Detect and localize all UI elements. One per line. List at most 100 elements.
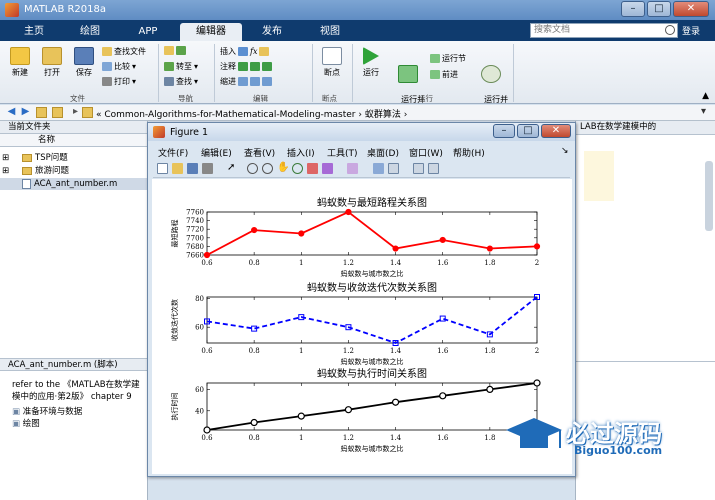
section-link[interactable]: 绘图 bbox=[23, 419, 40, 429]
menu-file[interactable]: 文件(F) bbox=[158, 146, 188, 159]
goto-button[interactable]: 转至 ▾ bbox=[164, 61, 198, 72]
new-figure-icon[interactable] bbox=[157, 163, 168, 174]
advance-button[interactable]: 前进 bbox=[430, 69, 458, 80]
x-tick-label: 1.2 bbox=[343, 347, 354, 355]
tab-publish[interactable]: 发布 bbox=[252, 23, 292, 41]
back-arrow-icon[interactable]: ◀ bbox=[6, 107, 17, 118]
x-tick-label: 1.2 bbox=[343, 259, 354, 267]
find-files-button[interactable]: 查找文件 bbox=[102, 46, 146, 57]
forward-arrow-icon[interactable]: ▶ bbox=[20, 107, 31, 118]
ribbon-separator bbox=[214, 44, 215, 102]
print-button[interactable]: 打印 ▾ bbox=[102, 76, 136, 87]
expand-icon[interactable]: ⊞ bbox=[0, 165, 12, 177]
folder-icon bbox=[22, 153, 32, 162]
browse-folder-icon[interactable] bbox=[52, 107, 63, 118]
x-axis-label: 蚂蚁数与城市数之比 bbox=[341, 357, 404, 366]
maximize-button[interactable]: □ bbox=[647, 1, 671, 17]
dropdown-arrow-icon[interactable]: ▸ bbox=[70, 107, 81, 118]
path-dropdown-icon[interactable]: ▾ bbox=[698, 107, 709, 118]
close-button[interactable]: ✕ bbox=[673, 1, 709, 17]
list-item-label: 旅游问题 bbox=[35, 166, 70, 176]
tab-apps[interactable]: APP bbox=[128, 23, 168, 41]
brush-icon[interactable] bbox=[322, 163, 333, 174]
up-folder-icon[interactable] bbox=[36, 107, 47, 118]
nav-back-button[interactable] bbox=[164, 46, 186, 55]
figure-close-button[interactable]: ✕ bbox=[541, 124, 571, 138]
find-files-icon bbox=[102, 47, 112, 56]
menu-tools[interactable]: 工具(T) bbox=[327, 146, 358, 159]
zoom-out-icon[interactable] bbox=[262, 163, 273, 174]
breakpoints-button[interactable]: 断点 bbox=[316, 47, 348, 78]
menu-desktop[interactable]: 桌面(D) bbox=[367, 146, 399, 159]
menu-window[interactable]: 窗口(W) bbox=[409, 146, 443, 159]
section-link[interactable]: 准备环境与数据 bbox=[23, 407, 83, 417]
expand-icon[interactable]: ⊞ bbox=[0, 152, 12, 164]
watermark-logo: 必过源码 Biguo100.com bbox=[500, 408, 705, 463]
list-item-selected[interactable]: ACA_ant_number.m bbox=[0, 178, 148, 190]
search-input[interactable]: 搜索文档 bbox=[530, 23, 678, 38]
save-icon[interactable] bbox=[187, 163, 198, 174]
data-point bbox=[533, 243, 541, 250]
menu-insert[interactable]: 插入(I) bbox=[287, 146, 315, 159]
open-icon[interactable] bbox=[172, 163, 183, 174]
folder-icon bbox=[164, 46, 174, 55]
editor-tab[interactable]: LAB在数学建模中的 bbox=[576, 121, 715, 135]
open-button[interactable]: 打开 bbox=[38, 47, 66, 78]
tab-home[interactable]: 主页 bbox=[14, 23, 54, 41]
rotate-icon[interactable] bbox=[292, 163, 303, 174]
pointer-icon[interactable]: ➚ bbox=[227, 163, 238, 174]
tab-editor[interactable]: 编辑器 bbox=[180, 23, 242, 41]
insert-label: 插入 bbox=[220, 47, 236, 56]
tab-plots[interactable]: 绘图 bbox=[70, 23, 110, 41]
colorbar-icon[interactable] bbox=[373, 163, 384, 174]
collapse-ribbon-icon[interactable]: ▲ bbox=[702, 91, 709, 101]
link-plot-icon[interactable] bbox=[347, 163, 358, 174]
x-tick-label: 2 bbox=[535, 347, 539, 355]
find-button[interactable]: 查找 ▾ bbox=[164, 76, 198, 87]
new-button[interactable]: 新建 bbox=[6, 47, 34, 78]
details-text: refer to the 《MATLAB在数学建 bbox=[12, 380, 140, 390]
menu-dock-icon[interactable]: ↘ bbox=[561, 146, 569, 156]
scrollbar[interactable] bbox=[705, 161, 713, 231]
list-item[interactable]: ⊞ TSP问题 bbox=[0, 152, 148, 164]
function-icon bbox=[259, 47, 270, 56]
x-tick-label: 1.6 bbox=[437, 259, 449, 267]
insert-button[interactable]: 插入 fx bbox=[220, 46, 270, 57]
hide-plot-tools-icon[interactable] bbox=[413, 163, 424, 174]
menu-view[interactable]: 查看(V) bbox=[244, 146, 275, 159]
legend-icon[interactable] bbox=[388, 163, 399, 174]
menu-help[interactable]: 帮助(H) bbox=[453, 146, 485, 159]
column-header-name[interactable]: 名称 bbox=[0, 134, 147, 147]
tab-view[interactable]: 视图 bbox=[310, 23, 350, 41]
y-tick-label: 7660 bbox=[186, 252, 204, 260]
run-section-button[interactable]: 运行节 bbox=[430, 53, 466, 64]
x-tick-label: 1.8 bbox=[484, 259, 495, 267]
compare-button[interactable]: 比较 ▾ bbox=[102, 61, 136, 72]
indent-label: 缩进 bbox=[220, 77, 236, 86]
data-cursor-icon[interactable] bbox=[307, 163, 318, 174]
x-tick-label: 1.4 bbox=[390, 434, 402, 442]
figure-maximize-button[interactable]: □ bbox=[517, 124, 539, 138]
show-plot-tools-icon[interactable] bbox=[428, 163, 439, 174]
menu-edit[interactable]: 编辑(E) bbox=[201, 146, 232, 159]
figure-title: Figure 1 bbox=[170, 127, 209, 138]
ribbon-separator bbox=[312, 44, 313, 102]
figure-title-bar: Figure 1 – □ ✕ bbox=[148, 123, 575, 141]
comment-button[interactable]: 注释 bbox=[220, 61, 272, 72]
current-path[interactable]: « Common-Algorithms-for-Mathematical-Mod… bbox=[96, 107, 407, 120]
save-button[interactable]: 保存 bbox=[70, 47, 98, 78]
data-point bbox=[203, 426, 211, 434]
pan-hand-icon[interactable]: ✋ bbox=[277, 163, 289, 174]
print-icon[interactable] bbox=[202, 163, 213, 174]
indent-button[interactable]: 缩进 bbox=[220, 76, 272, 87]
figure-toolbar: ➚ ✋ bbox=[153, 160, 570, 178]
login-link[interactable]: 登录 bbox=[682, 24, 700, 37]
chart-title: 蚂蚁数与最短路程关系图 bbox=[317, 196, 427, 209]
minimize-button[interactable]: – bbox=[621, 1, 645, 17]
run-button[interactable]: 运行 bbox=[356, 47, 386, 78]
figure-minimize-button[interactable]: – bbox=[493, 124, 515, 138]
list-item[interactable]: ⊞ 旅游问题 bbox=[0, 165, 148, 177]
zoom-in-icon[interactable] bbox=[247, 163, 258, 174]
smart-indent-icon bbox=[262, 77, 272, 86]
list-item-label: ACA_ant_number.m bbox=[34, 179, 118, 189]
